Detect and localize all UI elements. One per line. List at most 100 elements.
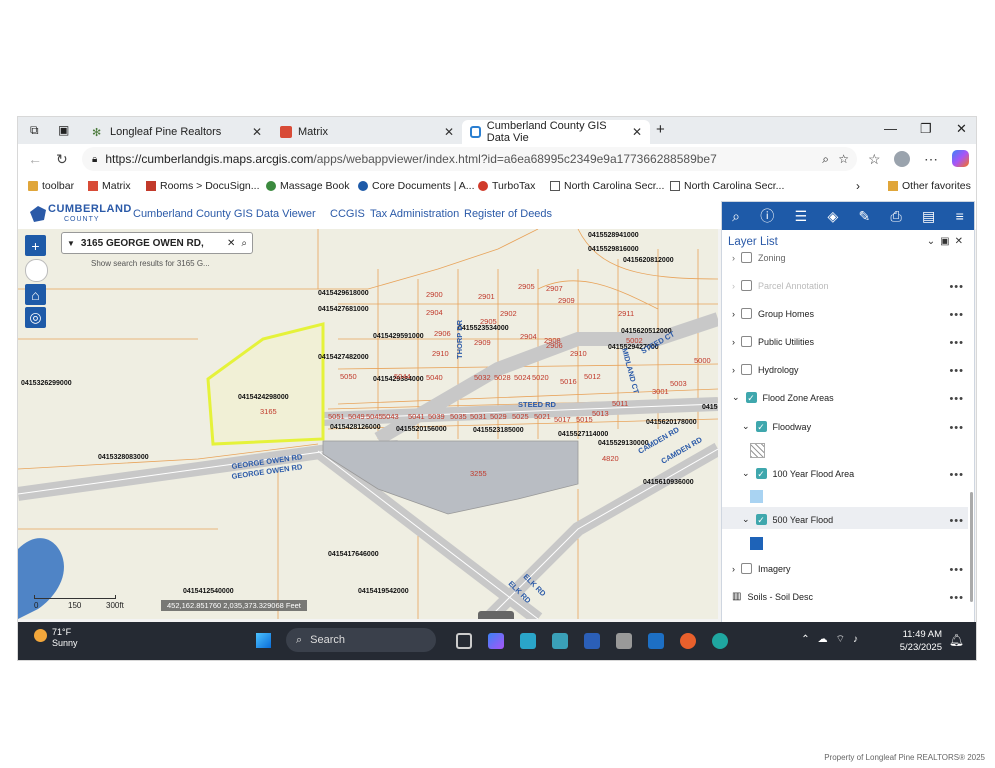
checkbox-checked[interactable]: ✓ (755, 421, 767, 432)
vertical-tabs-icon[interactable]: ▣ (58, 123, 69, 137)
layer-options-icon[interactable]: ••• (949, 337, 964, 349)
layer-public-utilities[interactable]: › Public Utilities (732, 336, 814, 347)
layer-options-icon[interactable]: ••• (949, 564, 964, 576)
other-favorites[interactable]: Other favorites (888, 180, 971, 192)
layer-options-icon[interactable]: ••• (949, 309, 964, 321)
layer-options-icon[interactable]: ••• (949, 592, 964, 604)
workspaces-icon[interactable]: ⧉ (30, 123, 39, 138)
search-input[interactable]: 3165 GEORGE OWEN RD, (81, 238, 204, 249)
copilot-icon[interactable] (952, 150, 969, 167)
clock[interactable]: 11:49 AM 5/23/2025 (900, 628, 942, 654)
search-hint[interactable]: Show search results for 3165 G... (91, 259, 210, 268)
layer-soils[interactable]: ▥ Soils - Soil Desc (732, 591, 813, 602)
layer-options-icon[interactable]: ••• (949, 469, 964, 481)
more-icon[interactable]: ⋯ (924, 151, 938, 168)
checkbox-checked[interactable]: ✓ (755, 514, 767, 525)
home-button[interactable]: ⌂ (25, 284, 46, 305)
menu-icon[interactable]: ≡ (956, 208, 964, 224)
bookmark-docusign[interactable]: Rooms > DocuSign... (146, 180, 260, 192)
bookmark-nc-secretary-2[interactable]: North Carolina Secr... (670, 180, 784, 192)
close-icon[interactable]: ✕ (632, 125, 642, 139)
tab-gis[interactable]: Cumberland County GIS Data Vie ✕ (462, 120, 650, 144)
collapse-icon[interactable]: ⌄ (742, 421, 750, 432)
close-icon[interactable]: ✕ (444, 125, 454, 139)
layer-options-icon[interactable]: ••• (949, 422, 964, 434)
minimize-icon[interactable]: — (884, 121, 897, 136)
collapse-icon[interactable]: ⌄ (732, 392, 740, 403)
weather-widget[interactable]: 71°F Sunny (34, 627, 78, 649)
bookmark-nc-secretary-1[interactable]: North Carolina Secr... (550, 180, 664, 192)
layer-group-homes[interactable]: › Group Homes (732, 308, 814, 319)
bookmark-turbotax[interactable]: TurboTax (478, 180, 535, 192)
zoom-icon[interactable]: ⌕ (822, 152, 829, 167)
report-icon[interactable]: ▤ (922, 208, 935, 225)
expand-icon[interactable]: › (732, 253, 735, 263)
firefox-icon[interactable] (680, 633, 696, 649)
zoom-out-button[interactable] (25, 259, 48, 282)
favorite-star-icon[interactable]: ☆ (838, 152, 849, 166)
search-icon[interactable]: ⌕ (241, 238, 247, 249)
checkbox[interactable] (741, 563, 752, 574)
checkbox[interactable] (741, 336, 752, 347)
layer-flood-zone-areas[interactable]: ⌄ ✓ Flood Zone Areas (732, 392, 834, 403)
tab-matrix[interactable]: Matrix ✕ (272, 120, 462, 144)
panel-controls[interactable]: ⌄▣✕ (927, 236, 968, 247)
address-search[interactable]: ▼ 3165 GEORGE OWEN RD, ✕ ⌕ (61, 232, 253, 254)
layer-options-icon[interactable]: ••• (949, 365, 964, 377)
profile-avatar[interactable] (894, 151, 910, 167)
refresh-icon[interactable]: ↻ (56, 151, 68, 168)
layer-100-year-flood[interactable]: ⌄ ✓ 100 Year Flood Area (742, 468, 854, 479)
checkbox[interactable] (741, 364, 752, 375)
site-info-icon[interactable]: 🔒︎ (92, 154, 97, 165)
layer-options-icon[interactable]: ••• (949, 281, 964, 293)
expand-icon[interactable]: › (732, 365, 735, 375)
expand-icon[interactable]: › (732, 337, 735, 347)
bookmark-toolbar[interactable]: toolbar (28, 180, 74, 192)
edge-icon[interactable] (712, 633, 728, 649)
taskbar-search[interactable]: ⌕ Search (286, 628, 436, 652)
restore-icon[interactable]: ❐ (920, 121, 932, 137)
app-icon[interactable] (520, 633, 536, 649)
link-register-of-deeds[interactable]: Register of Deeds (464, 208, 552, 220)
checkbox[interactable] (741, 280, 752, 291)
task-view-icon[interactable] (456, 633, 472, 649)
attribution-toggle[interactable] (478, 611, 514, 619)
clear-icon[interactable]: ✕ (227, 238, 235, 249)
cumberland-logo[interactable]: CUMBERLAND COUNTY (26, 201, 131, 227)
layer-hydrology[interactable]: › Hydrology (732, 364, 799, 375)
close-icon[interactable]: ✕ (252, 125, 262, 139)
layer-parcel-annotation[interactable]: › Parcel Annotation (732, 280, 829, 291)
url-field[interactable]: 🔒︎ https://cumberlandgis.maps.arcgis.com… (82, 147, 857, 171)
bookmark-core-documents[interactable]: Core Documents | A... (358, 180, 475, 192)
tab-longleaf[interactable]: ✻ Longleaf Pine Realtors ✕ (84, 120, 270, 144)
system-tray[interactable]: ⌃☁⌔♪ (801, 633, 866, 646)
expand-icon[interactable]: › (732, 564, 735, 574)
outlook-icon[interactable] (648, 633, 664, 649)
link-tax-administration[interactable]: Tax Administration (370, 208, 459, 220)
map-view[interactable]: 0415528941000 0415529816000 0415620812000 0… (18, 229, 718, 619)
checkbox-checked[interactable]: ✓ (755, 468, 767, 479)
collapse-icon[interactable]: ⌄ (742, 514, 750, 525)
layer-options-icon[interactable]: ••• (949, 515, 964, 527)
info-icon[interactable]: ⓘ (760, 206, 774, 226)
app-icon[interactable] (552, 633, 568, 649)
checkbox-checked[interactable]: ✓ (745, 392, 757, 403)
favorites-icon[interactable]: ☆ (868, 151, 881, 168)
copilot-app-icon[interactable] (488, 633, 504, 649)
zoom-in-button[interactable]: + (25, 235, 46, 256)
expand-icon[interactable]: › (732, 309, 735, 319)
panel-scrollbar[interactable] (970, 492, 973, 602)
link-ccgis[interactable]: CCGIS (330, 208, 365, 220)
expand-icon[interactable]: › (732, 281, 735, 291)
collapse-icon[interactable]: ⌄ (742, 468, 750, 479)
locate-button[interactable]: ◎ (25, 307, 46, 328)
bookmark-matrix[interactable]: Matrix (88, 180, 131, 192)
layer-options-icon[interactable]: ••• (949, 393, 964, 405)
legend-icon[interactable]: ☰ (795, 208, 808, 225)
dropdown-icon[interactable]: ▼ (67, 239, 75, 248)
checkbox[interactable] (741, 252, 752, 263)
layer-500-year-flood[interactable]: ⌄ ✓ 500 Year Flood (742, 514, 833, 525)
notification-icon[interactable]: 🔔︎ (949, 633, 964, 647)
layers-icon[interactable]: ◈ (827, 208, 838, 225)
new-tab-icon[interactable]: + (656, 121, 665, 138)
